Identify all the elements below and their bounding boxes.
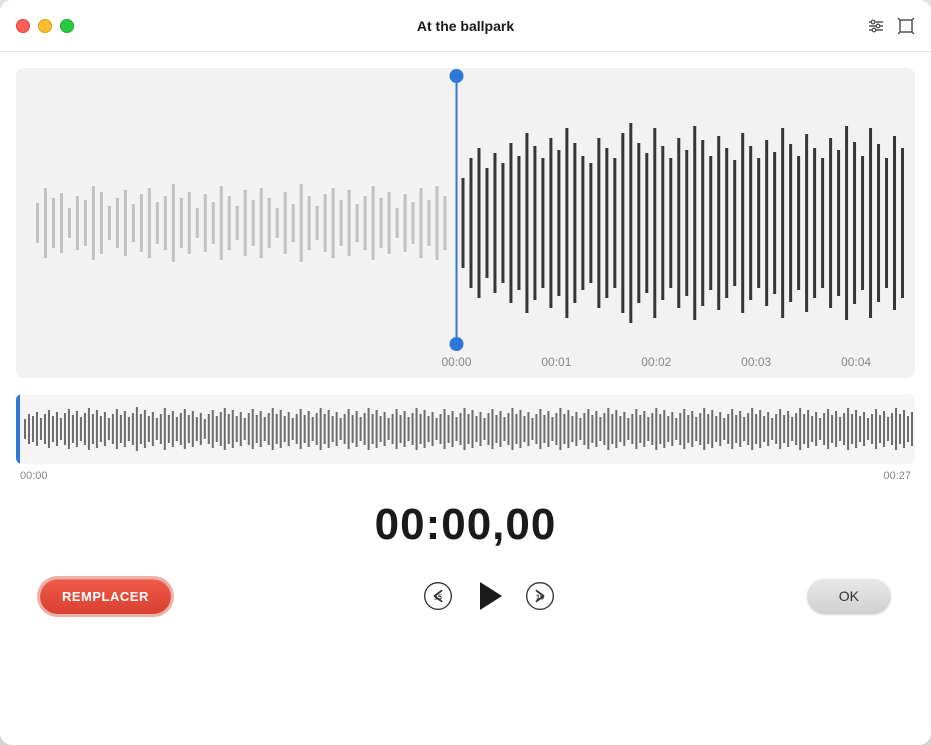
svg-text:00:00: 00:00 (442, 355, 472, 369)
traffic-lights (16, 19, 74, 33)
waveform-detail[interactable]: 00:00 00:01 00:02 00:03 00:04 00: (16, 68, 915, 378)
controls: REMPLACER 15 (0, 570, 931, 638)
crop-icon[interactable] (897, 17, 915, 35)
waveform-overview[interactable] (16, 394, 915, 464)
main-content: 00:00 00:01 00:02 00:03 00:04 00: (0, 52, 931, 745)
settings-icon[interactable] (867, 17, 885, 35)
waveform-overview-svg (16, 394, 915, 464)
ok-button[interactable]: OK (807, 578, 891, 614)
svg-text:00:04: 00:04 (841, 355, 871, 369)
title-bar: At the ballpark (0, 0, 931, 52)
svg-text:00:02: 00:02 (641, 355, 671, 369)
maximize-button[interactable] (60, 19, 74, 33)
waveform-detail-svg: 00:00 00:01 00:02 00:03 00:04 00: (16, 68, 915, 378)
svg-text:00:01: 00:01 (541, 355, 571, 369)
skip-back-icon: 15 (422, 580, 454, 612)
overview-time-start: 00:00 (20, 470, 48, 482)
timer-display: 00:00,00 (0, 484, 931, 570)
title-actions (867, 17, 915, 35)
close-button[interactable] (16, 19, 30, 33)
svg-text:15: 15 (536, 594, 544, 602)
svg-text:15: 15 (434, 594, 442, 602)
overview-time-end: 00:27 (883, 470, 911, 482)
svg-text:00:03: 00:03 (741, 355, 771, 369)
replace-button[interactable]: REMPLACER (40, 579, 171, 614)
window-title: At the ballpark (417, 18, 514, 34)
skip-back-button[interactable]: 15 (420, 578, 456, 614)
minimize-button[interactable] (38, 19, 52, 33)
play-button[interactable] (476, 582, 502, 610)
skip-forward-icon: 15 (524, 580, 556, 612)
app-window: At the ballpark (0, 0, 931, 745)
overview-time-labels: 00:00 00:27 (16, 468, 915, 484)
center-controls: 15 15 (420, 578, 558, 614)
skip-forward-button[interactable]: 15 (522, 578, 558, 614)
play-icon (480, 582, 502, 610)
